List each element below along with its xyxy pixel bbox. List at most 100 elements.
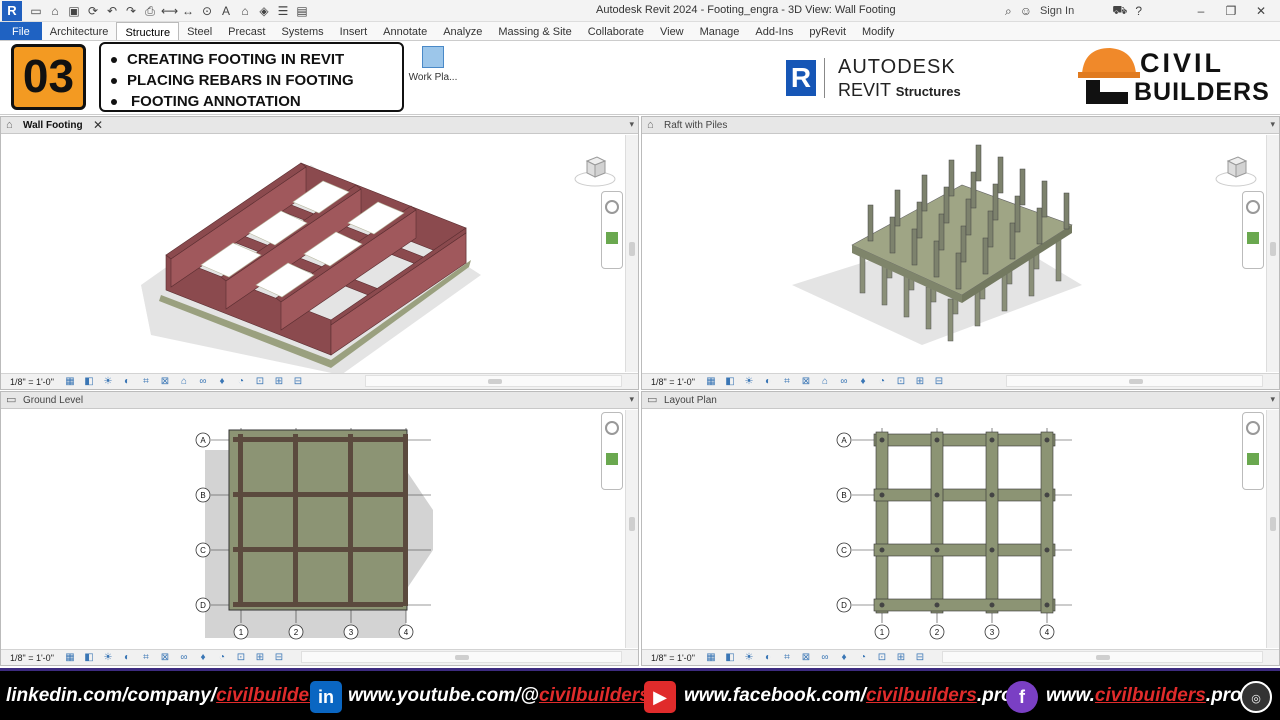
highlight-icon[interactable]: ⊞ [894, 652, 908, 664]
crop-view-icon[interactable]: ⌗ [780, 652, 794, 664]
detail-level-icon[interactable]: ▦ [704, 652, 718, 664]
zoom-icon[interactable] [1247, 453, 1259, 465]
ribbon-tab-collaborate[interactable]: Collaborate [580, 22, 652, 40]
reveal-hidden-icon[interactable]: ♦ [196, 652, 210, 664]
ribbon-tab-file[interactable]: File [0, 22, 42, 40]
measure-icon[interactable]: ⟷ [161, 3, 178, 19]
view-menu-icon[interactable]: ▾ [1270, 119, 1275, 130]
ribbon-tab-pyrevit[interactable]: pyRevit [801, 22, 854, 40]
visual-style-icon[interactable]: ◧ [723, 652, 737, 664]
youtube-link[interactable]: www.youtube.com/@civilbuilders [348, 685, 650, 707]
text-icon[interactable]: A [218, 3, 234, 19]
temp-hide-icon[interactable]: ∞ [196, 376, 210, 388]
thin-lines-icon[interactable]: ☰ [275, 3, 291, 19]
navigation-bar[interactable] [1242, 412, 1264, 490]
vertical-scrollbar[interactable] [1266, 135, 1279, 372]
view-raft-with-piles[interactable]: ⌂ Raft with Piles ▾ 1/8" = 1'-0" ▦ ◧ ☀ ◐… [641, 116, 1280, 390]
temp-hide-icon[interactable]: ∞ [177, 652, 191, 664]
navigation-bar[interactable] [601, 191, 623, 269]
ribbon-tab-annotate[interactable]: Annotate [375, 22, 435, 40]
view-layout-plan[interactable]: ▭ Layout Plan ▾ A B C D 1 2 3 4 1/8" = 1'-0" ▦ ◧… [641, 391, 1280, 666]
visual-style-icon[interactable]: ◧ [723, 376, 737, 388]
vertical-scrollbar[interactable] [1266, 410, 1279, 648]
viewcube-icon[interactable] [1214, 153, 1258, 189]
ribbon-tab-manage[interactable]: Manage [692, 22, 748, 40]
analytical-icon[interactable]: ⊡ [894, 376, 908, 388]
constraints-icon[interactable]: ⊟ [272, 652, 286, 664]
switch-windows-icon[interactable]: ▤ [294, 3, 310, 19]
binoculars-icon[interactable]: ⌕ [1005, 4, 1012, 19]
view-tab-layout-plan[interactable]: ▭ Layout Plan ▾ [642, 392, 1279, 409]
restore-icon[interactable]: ❐ [1220, 4, 1242, 18]
constraints-icon[interactable]: ⊟ [932, 376, 946, 388]
zoom-icon[interactable] [606, 232, 618, 244]
minimize-icon[interactable]: – [1190, 4, 1212, 18]
undo-icon[interactable]: ↶ [104, 3, 120, 19]
crop-view-icon[interactable]: ⌗ [780, 376, 794, 388]
shadows-icon[interactable]: ◐ [120, 652, 134, 664]
temp-hide-icon[interactable]: ∞ [818, 652, 832, 664]
view-scale[interactable]: 1/8" = 1'-0" [642, 377, 704, 387]
detail-level-icon[interactable]: ▦ [63, 376, 77, 388]
section-icon[interactable]: ◈ [256, 3, 272, 19]
ribbon-tab-analyze[interactable]: Analyze [435, 22, 490, 40]
worksharing-icon[interactable]: ◔ [215, 652, 229, 664]
vertical-scrollbar[interactable] [625, 135, 638, 372]
reveal-hidden-icon[interactable]: ♦ [837, 652, 851, 664]
temp-hide-icon[interactable]: ∞ [837, 376, 851, 388]
print-icon[interactable]: ⎙ [142, 3, 158, 19]
user-icon[interactable]: ☺ [1020, 4, 1032, 18]
tag-icon[interactable]: ⊙ [199, 3, 215, 19]
highlight-icon[interactable]: ⊞ [913, 376, 927, 388]
view-tab-ground-level[interactable]: ▭ Ground Level ▾ [1, 392, 638, 409]
reveal-hidden-icon[interactable]: ♦ [215, 376, 229, 388]
viewcube-icon[interactable] [573, 153, 617, 189]
ribbon-tab-massing-site[interactable]: Massing & Site [490, 22, 579, 40]
zoom-icon[interactable] [1247, 232, 1259, 244]
sun-path-icon[interactable]: ☀ [101, 652, 115, 664]
save-icon[interactable]: ▣ [66, 3, 82, 19]
vertical-scrollbar[interactable] [625, 410, 638, 648]
close-icon[interactable]: ✕ [1250, 4, 1272, 18]
crop-view-icon[interactable]: ⌗ [139, 652, 153, 664]
analytical-icon[interactable]: ⊡ [234, 652, 248, 664]
ribbon-tab-modify[interactable]: Modify [854, 22, 902, 40]
work-plane-button[interactable]: Work Pla... [406, 44, 460, 90]
facebook-link[interactable]: www.facebook.com/civilbuilders.pro/ [684, 685, 1018, 707]
open-icon[interactable]: ▭ [28, 3, 44, 19]
view-scale[interactable]: 1/8" = 1'-0" [642, 653, 704, 663]
lock-3d-icon[interactable]: ⌂ [818, 376, 832, 388]
horizontal-scrollbar[interactable] [365, 375, 622, 387]
sync-icon[interactable]: ⟳ [85, 3, 101, 19]
steering-wheel-icon[interactable] [1246, 421, 1260, 435]
constraints-icon[interactable]: ⊟ [291, 376, 305, 388]
dimension-icon[interactable]: ↔ [180, 3, 196, 19]
view-ground-level[interactable]: ▭ Ground Level ▾ A B C D 1 2 3 4 1/8" = 1'-0" ▦… [0, 391, 639, 666]
view-menu-icon[interactable]: ▾ [629, 119, 634, 130]
steering-wheel-icon[interactable] [605, 200, 619, 214]
view-tab-wall-footing[interactable]: ⌂ Wall Footing ✕ ▾ [1, 117, 638, 134]
navigation-bar[interactable] [601, 412, 623, 490]
wall-footing-canvas[interactable] [1, 135, 624, 375]
cart-icon[interactable]: ⛟ [1112, 3, 1127, 19]
highlight-icon[interactable]: ⊞ [253, 652, 267, 664]
horizontal-scrollbar[interactable] [1006, 375, 1263, 387]
ribbon-tab-insert[interactable]: Insert [332, 22, 376, 40]
visual-style-icon[interactable]: ◧ [82, 376, 96, 388]
zoom-icon[interactable] [606, 453, 618, 465]
ribbon-tab-add-ins[interactable]: Add-Ins [747, 22, 801, 40]
sun-path-icon[interactable]: ☀ [742, 376, 756, 388]
revit-app-icon[interactable]: R [2, 0, 22, 21]
ribbon-tab-steel[interactable]: Steel [179, 22, 220, 40]
detail-level-icon[interactable]: ▦ [704, 376, 718, 388]
folder-icon[interactable]: ⌂ [47, 3, 63, 19]
view-tab-raft-with-piles[interactable]: ⌂ Raft with Piles ▾ [642, 117, 1279, 134]
home-3d-icon[interactable]: ⌂ [237, 3, 253, 19]
worksharing-icon[interactable]: ◔ [234, 376, 248, 388]
reveal-hidden-icon[interactable]: ♦ [856, 376, 870, 388]
raft-with-piles-canvas[interactable] [642, 135, 1265, 372]
horizontal-scrollbar[interactable] [301, 651, 622, 663]
layout-plan-canvas[interactable]: A B C D 1 2 3 4 [642, 410, 1265, 648]
shadows-icon[interactable]: ◐ [761, 652, 775, 664]
view-wall-footing[interactable]: ⌂ Wall Footing ✕ ▾ 1/8" = 1'-0" ▦ ◧ ☀ ◐ … [0, 116, 639, 390]
